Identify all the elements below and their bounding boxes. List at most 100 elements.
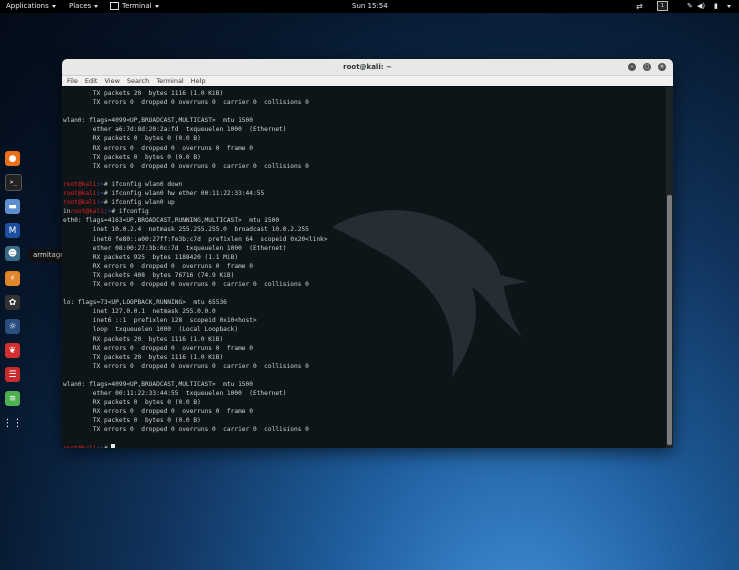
text-cursor: [111, 443, 116, 448]
output-text: RX packets 0 bytes 0 (0.0 B): [63, 135, 201, 143]
menu-edit[interactable]: Edit: [85, 77, 98, 85]
output-text: lo: flags=73<UP,LOOPBACK,RUNNING> mtu 65…: [63, 299, 227, 307]
terminal-lines: TX packets 20 bytes 1116 (1.0 KiB) TX er…: [63, 89, 328, 448]
menu-help[interactable]: Help: [191, 77, 206, 85]
terminal-line: root@kali:~# ifconfig wlan0 hw ether 00:…: [63, 189, 328, 198]
terminal-line: RX packets 20 bytes 1116 (1.0 KiB): [63, 335, 328, 344]
command-text: #: [104, 445, 111, 448]
terminal-icon[interactable]: >_: [5, 174, 22, 191]
burpsuite-icon[interactable]: ⚡: [5, 271, 20, 286]
beef-icon[interactable]: ✿: [5, 295, 20, 310]
chevron-down-icon: [727, 4, 731, 8]
terminal-line: TX packets 0 bytes 0 (0.0 B): [63, 416, 328, 425]
output-text: inet6 fe80::a00:27ff:fe3b:c7d prefixlen …: [63, 235, 328, 243]
clock[interactable]: Sun 15:54: [352, 0, 388, 13]
output-text: inet6 ::1 prefixlen 128 scopeid 0x10<hos…: [63, 317, 257, 325]
output-text: RX errors 0 dropped 0 overruns 0 frame 0: [63, 144, 253, 152]
terminal-line: ether 00:11:22:33:44:55 txqueuelen 1000 …: [63, 389, 328, 398]
workspace-indicator[interactable]: 1: [657, 0, 668, 13]
terminal-line: ether a6:7d:8d:20:2a:fd txqueuelen 1000 …: [63, 125, 328, 134]
terminal-app-label: Terminal: [122, 2, 152, 10]
notes-icon[interactable]: ≡: [5, 391, 20, 406]
terminal-line: inet6 fe80::a00:27ff:fe3b:c7d prefixlen …: [63, 235, 328, 244]
cherrytree-icon[interactable]: ❦: [5, 343, 20, 358]
window-titlebar[interactable]: root@kali: ~ – □ ×: [62, 59, 673, 76]
output-text: TX packets 20 bytes 1116 (1.0 KiB): [63, 90, 224, 97]
terminal-line: TX errors 0 dropped 0 overruns 0 carrier…: [63, 362, 328, 371]
menu-file[interactable]: File: [67, 77, 78, 85]
output-text: TX packets 20 bytes 1116 (1.0 KiB): [63, 353, 224, 361]
prompt-path: :~: [97, 445, 104, 448]
terminal-line: TX errors 0 dropped 0 overruns 0 carrier…: [63, 280, 328, 289]
faraday-icon[interactable]: ☼: [5, 319, 20, 334]
apps-grid-icon[interactable]: ⋮⋮: [3, 416, 23, 431]
battery-icon[interactable]: ▮: [714, 0, 718, 13]
terminal-icon: [110, 2, 119, 10]
terminal-line: wlan0: flags=4099<UP,BROADCAST,MULTICAST…: [63, 380, 328, 389]
kali-dragon-watermark: [332, 210, 527, 377]
prompt-path: :~: [96, 190, 104, 198]
firefox-icon[interactable]: ●: [5, 151, 20, 166]
prompt-user: root@kali: [63, 445, 97, 448]
output-text: wlan0: flags=4099<UP,BROADCAST,MULTICAST…: [63, 381, 253, 388]
terminal-output[interactable]: TX packets 20 bytes 1116 (1.0 KiB) TX er…: [62, 87, 666, 448]
menubar: File Edit View Search Terminal Help: [62, 76, 673, 86]
output-text: loop txqueuelen 1000 (Local Loopback): [63, 326, 239, 334]
output-text: ether 08:00:27:3b:0c:7d txqueuelen 1000 …: [63, 244, 287, 252]
maximize-button[interactable]: □: [643, 63, 651, 71]
terminal-line: eth0: flags=4163<UP,BROADCAST,RUNNING,MU…: [63, 216, 328, 225]
system-menu[interactable]: [724, 0, 731, 13]
terminal-line: inet 10.0.2.4 netmask 255.255.255.0 broa…: [63, 225, 328, 234]
minimize-button[interactable]: –: [628, 63, 636, 71]
terminal-line: RX errors 0 dropped 0 overruns 0 frame 0: [63, 407, 328, 416]
chevron-down-icon: [94, 4, 99, 8]
places-menu[interactable]: Places: [69, 0, 99, 13]
output-text: RX errors 0 dropped 0 overruns 0 frame 0: [63, 344, 253, 352]
output-text: RX errors 0 dropped 0 overruns 0 frame 0: [63, 408, 253, 416]
terminal-line: ether 08:00:27:3b:0c:7d txqueuelen 1000 …: [63, 244, 328, 253]
scrollbar[interactable]: [666, 87, 673, 448]
menu-view[interactable]: View: [104, 77, 119, 85]
terminal-line: TX errors 0 dropped 0 overruns 0 carrier…: [63, 98, 328, 107]
terminal-line: TX errors 0 dropped 0 overruns 0 carrier…: [63, 425, 328, 434]
command-text: # ifconfig: [111, 208, 149, 216]
maltego-icon[interactable]: ☰: [5, 367, 20, 382]
volume-icon[interactable]: ◀): [697, 0, 705, 13]
output-text: eth0: flags=4163<UP,BROADCAST,RUNNING,MU…: [63, 217, 280, 225]
applications-label: Applications: [6, 2, 49, 10]
chevron-down-icon: [154, 4, 159, 8]
terminal-app-menu[interactable]: Terminal: [110, 0, 159, 13]
applications-menu[interactable]: Applications: [6, 0, 56, 13]
menu-terminal[interactable]: Terminal: [156, 77, 183, 85]
metasploit-icon[interactable]: M: [5, 223, 20, 238]
output-text: inet 10.0.2.4 netmask 255.255.255.0 broa…: [63, 226, 309, 234]
terminal-line: RX errors 0 dropped 0 overruns 0 frame 0: [63, 262, 328, 271]
places-label: Places: [69, 2, 92, 10]
armitage-icon[interactable]: ☻: [5, 246, 20, 261]
command-text: # ifconfig wlan0 hw ether 00:11:22:33:44…: [103, 190, 265, 198]
scrollbar-thumb[interactable]: [667, 195, 672, 445]
files-icon[interactable]: ▬: [5, 199, 20, 214]
output-text: TX errors 0 dropped 0 overruns 0 carrier…: [63, 426, 309, 434]
menu-search[interactable]: Search: [127, 77, 149, 85]
chevron-down-icon: [51, 4, 56, 8]
output-text: RX packets 925 bytes 1188420 (1.1 MiB): [63, 253, 239, 261]
terminal-line: inroot@kali:~# ifconfig: [63, 207, 328, 216]
close-button[interactable]: ×: [658, 63, 666, 71]
output-text: wlan0: flags=4099<UP,BROADCAST,MULTICAST…: [63, 117, 253, 125]
tools-icon[interactable]: ✎: [687, 0, 693, 13]
terminal-line: TX packets 20 bytes 1116 (1.0 KiB): [63, 353, 328, 362]
output-text: ether 00:11:22:33:44:55 txqueuelen 1000 …: [63, 390, 287, 398]
workspace-number: 1: [657, 1, 668, 11]
terminal-line: lo: flags=73<UP,LOOPBACK,RUNNING> mtu 65…: [63, 298, 328, 307]
prompt-path: :~: [96, 199, 104, 207]
terminal-line: loop txqueuelen 1000 (Local Loopback): [63, 325, 328, 334]
output-text: TX errors 0 dropped 0 overruns 0 carrier…: [63, 162, 309, 170]
network-icon[interactable]: ⇄: [636, 0, 643, 13]
output-text: TX packets 408 bytes 76716 (74.9 KiB): [63, 271, 235, 279]
